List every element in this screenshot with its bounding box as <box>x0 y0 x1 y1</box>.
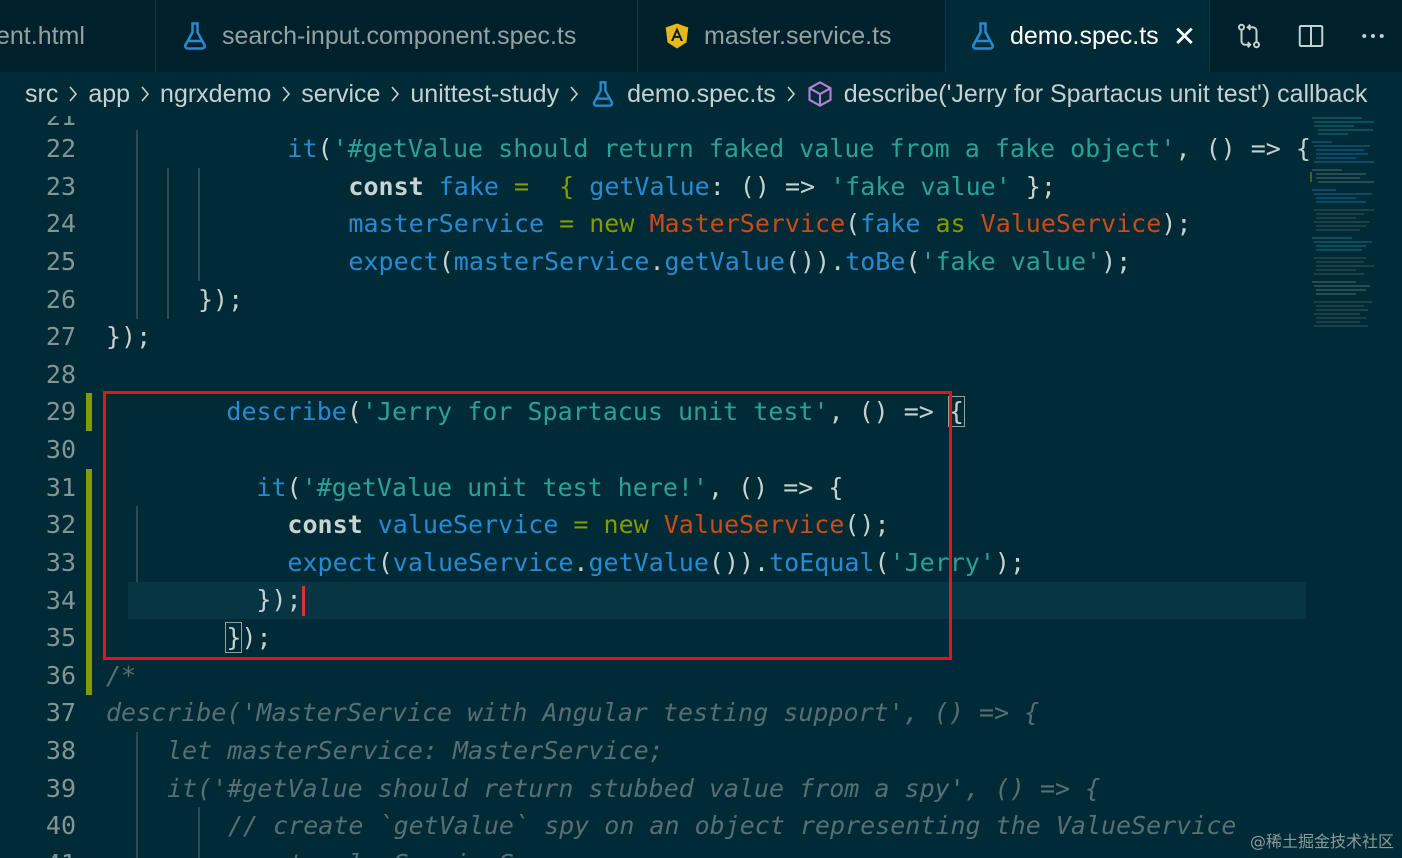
git-modified-marker <box>86 582 98 620</box>
chevron-right-icon <box>282 86 291 102</box>
tab-component-html[interactable]: ent.html <box>0 0 156 72</box>
line-number: 23 <box>45 172 76 202</box>
line-number: 31 <box>45 473 76 503</box>
line-number: 21 <box>45 116 76 132</box>
chevron-right-icon <box>787 86 795 102</box>
tab-label: master.service.ts <box>704 21 892 50</box>
flask-icon <box>592 81 614 107</box>
breadcrumb: src app ngrxdemo service unittest-study … <box>0 72 1402 116</box>
line-number: 40 <box>45 811 76 841</box>
code-line: 29 describe('Jerry for Spartacus unit te… <box>0 393 1310 431</box>
editor-tab-bar: ent.html search-input.component.spec.ts … <box>0 0 1402 72</box>
angular-icon <box>665 23 689 49</box>
chevron-right-icon <box>69 86 78 102</box>
line-number: 25 <box>45 247 76 277</box>
line-number: 37 <box>45 698 76 728</box>
breadcrumb-unittest-study[interactable]: unittest-study <box>410 80 559 109</box>
breadcrumb-file[interactable]: demo.spec.ts <box>627 80 776 109</box>
line-number: 29 <box>45 397 76 427</box>
line-number: 28 <box>45 360 76 390</box>
line-number: 30 <box>45 435 76 465</box>
text-cursor <box>301 586 305 617</box>
git-modified-marker <box>86 506 98 544</box>
code-line: 36 /* <box>0 657 1310 695</box>
tab-label: search-input.component.spec.ts <box>222 21 577 50</box>
close-icon[interactable]: ✕ <box>1173 20 1196 53</box>
line-number: 35 <box>45 623 76 653</box>
minimap[interactable] <box>1310 116 1390 356</box>
tab-label: ent.html <box>0 21 85 50</box>
code-line: 26 }); <box>0 281 1310 319</box>
line-number: 36 <box>45 661 76 691</box>
git-modified-marker <box>86 619 98 657</box>
breadcrumb-src[interactable]: src <box>25 80 58 109</box>
git-modified-marker <box>86 469 98 507</box>
tab-search-input-spec[interactable]: search-input.component.spec.ts <box>156 0 638 72</box>
symbol-method-icon <box>808 81 832 107</box>
line-number: 22 <box>45 134 76 164</box>
git-modified-marker <box>86 393 98 431</box>
line-number: 32 <box>45 510 76 540</box>
compare-changes-icon[interactable] <box>1232 19 1266 53</box>
code-line: 38 let masterService: MasterService; <box>0 732 1310 770</box>
breadcrumb-ngrxdemo[interactable]: ngrxdemo <box>160 80 271 109</box>
line-number: 33 <box>45 548 76 578</box>
flask-icon <box>184 22 206 50</box>
breadcrumb-symbol[interactable]: describe('Jerry for Spartacus unit test'… <box>844 80 1368 109</box>
code-line: 37 describe('MasterService with Angular … <box>0 694 1310 732</box>
code-line: 40 // create `getValue` spy on an object… <box>0 807 1310 845</box>
code-line: 41 const valueServiceSpy = <box>0 845 1310 858</box>
code-editor[interactable]: 21 22 it('#getValue should return faked … <box>0 116 1402 858</box>
more-actions-icon[interactable] <box>1356 19 1390 53</box>
git-modified-marker <box>86 544 98 582</box>
tab-demo-spec[interactable]: demo.spec.ts ✕ <box>946 0 1210 72</box>
code-line: 39 it('#getValue should return stubbed v… <box>0 770 1310 808</box>
chevron-right-icon <box>391 86 400 102</box>
line-number: 26 <box>45 285 76 315</box>
chevron-right-icon <box>570 86 579 102</box>
breadcrumb-service[interactable]: service <box>301 80 380 109</box>
breadcrumb-app[interactable]: app <box>88 80 130 109</box>
code-line: 35 }); <box>0 619 1310 657</box>
git-modified-marker <box>86 657 98 695</box>
editor-actions <box>1212 0 1390 72</box>
line-number: 34 <box>45 586 76 616</box>
split-editor-icon[interactable] <box>1294 19 1328 53</box>
watermark: @稀土掘金技术社区 <box>1249 832 1394 851</box>
tab-master-service[interactable]: master.service.ts <box>638 0 946 72</box>
line-number: 39 <box>45 774 76 804</box>
flask-icon <box>972 22 994 50</box>
tab-label: demo.spec.ts <box>1010 21 1159 50</box>
line-number: 24 <box>45 209 76 239</box>
chevron-right-icon <box>141 86 150 102</box>
code-line: 25 expect(masterService.getValue()).toBe… <box>0 243 1310 281</box>
line-number: 38 <box>45 736 76 766</box>
line-number: 41 <box>0 849 76 858</box>
code-line: 27 }); <box>0 318 1310 356</box>
line-number: 27 <box>45 322 76 352</box>
